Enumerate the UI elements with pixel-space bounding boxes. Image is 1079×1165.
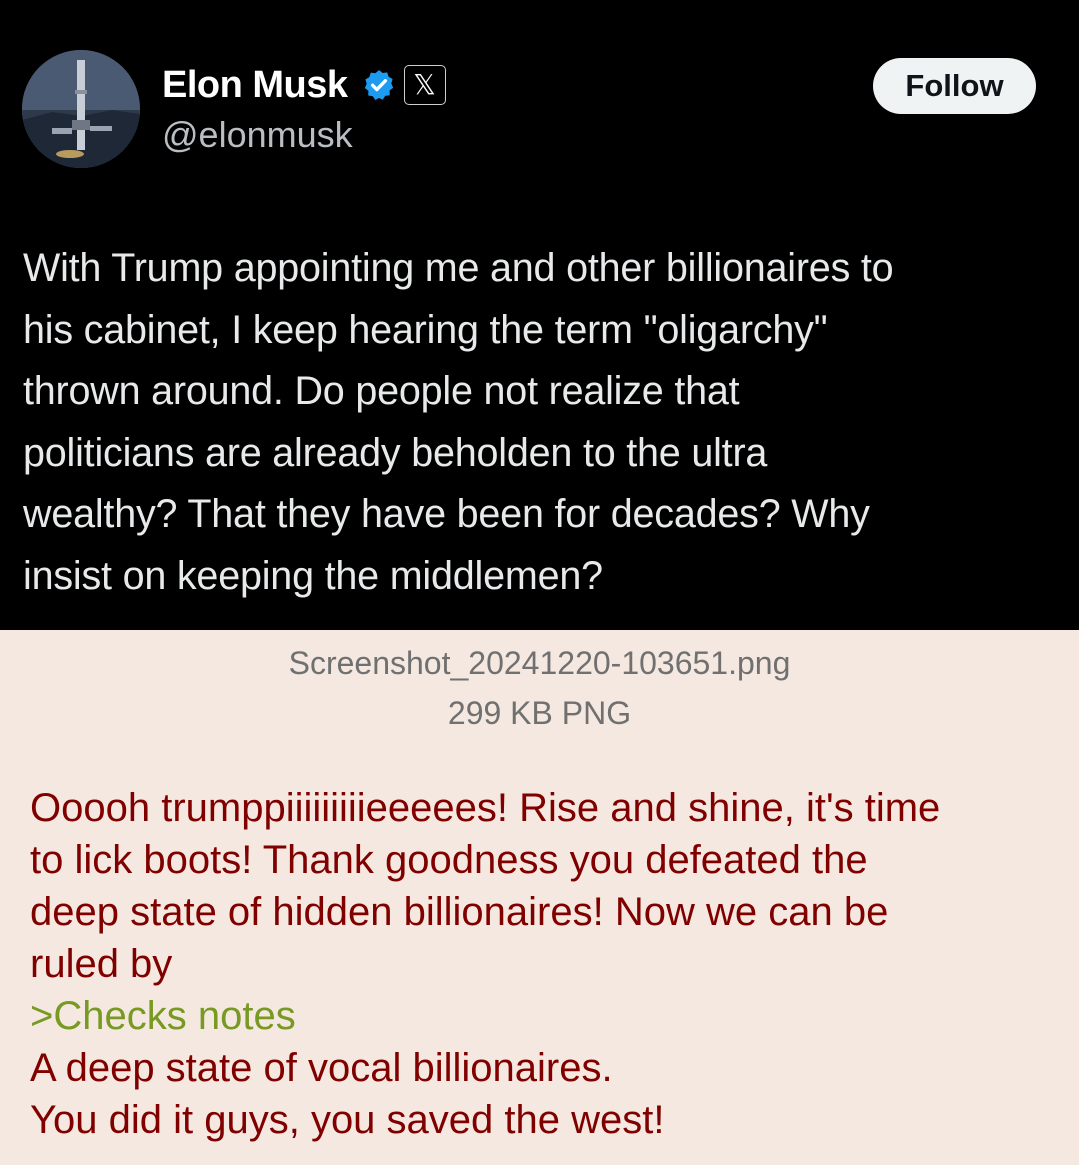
post-line: You did it guys, you saved the west! <box>30 1098 665 1142</box>
avatar[interactable] <box>22 50 140 168</box>
post-line: Ooooh trumppiiiiiiiiieeeees! Rise and sh… <box>30 786 941 830</box>
post-line: ruled by <box>30 942 173 986</box>
x-logo-icon: 𝕏 <box>403 65 446 105</box>
post-line: A deep state of vocal billionaires. <box>30 1046 613 1090</box>
attachment-file-name[interactable]: Screenshot_20241220-103651.png <box>0 645 1079 682</box>
post-line: to lick boots! Thank goodness you defeat… <box>30 838 868 882</box>
display-name[interactable]: Elon Musk <box>162 64 348 107</box>
tweet-text: With Trump appointing me and other billi… <box>23 246 894 598</box>
tweet-author-row: Elon Musk 𝕏 <box>162 62 446 108</box>
rocket-photo-icon <box>22 50 140 168</box>
handle[interactable]: @elonmusk <box>162 114 353 156</box>
follow-button[interactable]: Follow <box>873 58 1036 114</box>
post-body: Ooooh trumppiiiiiiiiieeeees! Rise and sh… <box>30 782 1060 1146</box>
greentext-line: >Checks notes <box>30 994 296 1038</box>
attachment-file-info: 299 KB PNG <box>447 695 632 731</box>
tweet-screenshot: Elon Musk 𝕏 @elonmusk Follow With Trump … <box>0 0 1079 630</box>
post-line: deep state of hidden billionaires! Now w… <box>30 890 889 934</box>
verified-badge-icon <box>364 70 393 101</box>
